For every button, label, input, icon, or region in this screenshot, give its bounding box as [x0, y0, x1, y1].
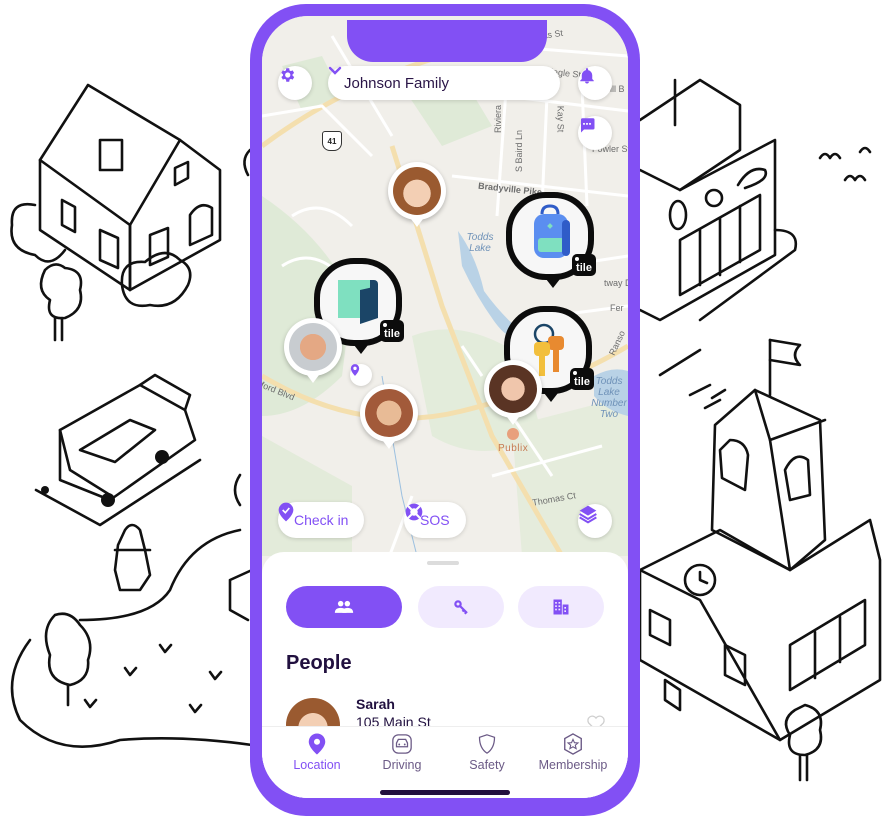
- store-poi-icon: [507, 428, 519, 440]
- avatar: [489, 365, 537, 413]
- school-doodle: [638, 338, 882, 782]
- circle-name: Johnson Family: [344, 74, 450, 92]
- car-doodle: [34, 373, 202, 527]
- messages-button[interactable]: [578, 116, 612, 150]
- phone-frame: Atlas St Eagle St rill B Riviera S Baird…: [250, 4, 640, 816]
- segment-places[interactable]: [518, 586, 604, 628]
- tile-badge: tile: [570, 368, 594, 390]
- map-layers-button[interactable]: [578, 504, 612, 538]
- sos-label: SOS: [420, 512, 450, 528]
- tab-label: Location: [293, 758, 341, 772]
- tab-location[interactable]: Location: [272, 733, 362, 772]
- circle-selector[interactable]: Johnson Family: [328, 66, 560, 100]
- map-view[interactable]: Atlas St Eagle St rill B Riviera S Baird…: [262, 16, 628, 576]
- house-doodle: [10, 83, 252, 342]
- gear-icon: [281, 68, 295, 82]
- location-pin-icon: [308, 733, 326, 755]
- person-pin-sarah[interactable]: [388, 162, 446, 227]
- sheet-drag-handle[interactable]: [427, 561, 459, 565]
- home-indicator[interactable]: [380, 790, 510, 795]
- star-badge-icon: [564, 733, 582, 755]
- avatar: [365, 389, 413, 437]
- tab-safety[interactable]: Safety: [442, 733, 532, 772]
- tile-badge: tile: [572, 254, 596, 276]
- shop-doodle: [638, 78, 872, 322]
- hydrant-doodle: [113, 523, 152, 592]
- map-label-street: S Baird Ln: [514, 129, 525, 173]
- people-icon: [334, 600, 354, 613]
- map-label-lake: Todds Lake: [466, 232, 494, 254]
- segment-people[interactable]: [286, 586, 402, 628]
- tab-membership[interactable]: Membership: [528, 733, 618, 772]
- check-in-label: Check in: [294, 512, 349, 528]
- chevron-down-icon: [328, 66, 342, 75]
- person-pin-son[interactable]: [360, 384, 418, 449]
- lifebuoy-icon: [405, 503, 423, 521]
- sos-button[interactable]: SOS: [404, 502, 466, 538]
- tab-driving[interactable]: Driving: [357, 733, 447, 772]
- check-in-button[interactable]: Check in: [278, 502, 365, 538]
- tab-label: Safety: [469, 758, 505, 772]
- phone-notch: [347, 20, 547, 62]
- bell-icon: [580, 68, 594, 84]
- map-label-street: Fer: [610, 303, 624, 313]
- keys-icon: [454, 600, 468, 615]
- hill-doodle: [10, 473, 254, 748]
- layers-icon: [579, 505, 597, 524]
- person-name: Sarah: [356, 696, 395, 712]
- person-pin-dad[interactable]: [284, 318, 342, 383]
- tile-badge: tile: [380, 320, 404, 342]
- notifications-button[interactable]: [578, 66, 612, 100]
- map-label-publix: Publix: [498, 443, 529, 454]
- car-icon: [392, 734, 412, 754]
- section-title: People: [286, 652, 352, 674]
- chat-bubble-icon: [581, 118, 595, 133]
- tab-label: Driving: [382, 758, 422, 772]
- person-pin-mom[interactable]: [484, 360, 542, 425]
- check-in-pin-icon: [278, 502, 294, 522]
- location-dot-marker[interactable]: [350, 364, 372, 386]
- shield-icon: [478, 734, 496, 754]
- map-label-street: tway D: [604, 278, 628, 288]
- map-label-street: Kay St: [555, 105, 566, 133]
- map-label-street: Riviera: [493, 104, 504, 134]
- building-icon: [553, 599, 569, 615]
- tile-pin-backpack[interactable]: tile: [506, 192, 596, 288]
- location-pin-icon: [350, 364, 360, 376]
- settings-button[interactable]: [278, 66, 312, 100]
- segment-items[interactable]: [418, 586, 504, 628]
- avatar: [289, 323, 337, 371]
- app-screen: Atlas St Eagle St rill B Riviera S Baird…: [262, 16, 628, 798]
- highway-shield: 41: [322, 131, 342, 151]
- tab-label: Membership: [538, 758, 608, 772]
- tab-bar: Location Driving Safety Membership: [262, 726, 628, 798]
- avatar: [393, 167, 441, 215]
